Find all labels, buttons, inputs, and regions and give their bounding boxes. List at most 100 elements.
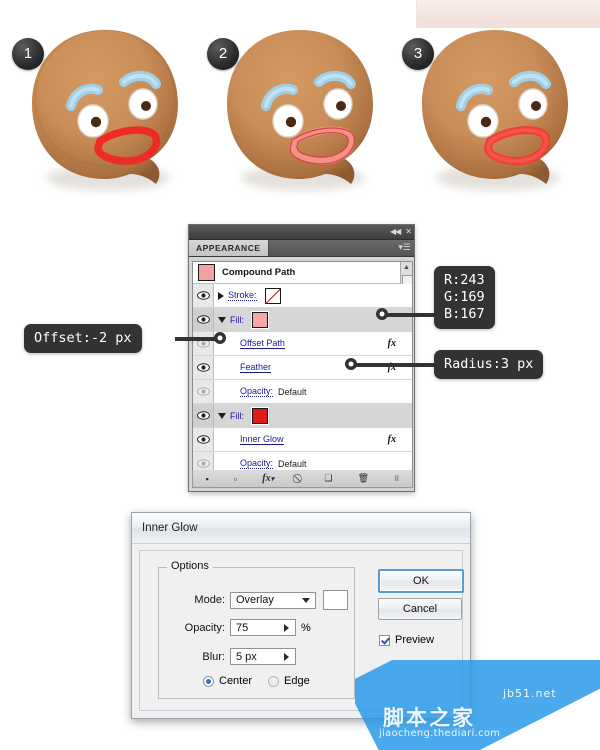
delete-item-icon[interactable]: 🗑 (358, 473, 369, 484)
tab-appearance[interactable]: APPEARANCE (189, 240, 269, 256)
appearance-panel-footer[interactable]: ▪ ▫ fx▾ ⃠ ❏ 🗑 ⠿ (192, 470, 413, 488)
add-new-stroke-icon[interactable]: ▪ (206, 474, 209, 484)
visibility-toggle[interactable] (193, 308, 214, 331)
target-swatch[interactable] (197, 263, 216, 282)
eye-icon (196, 291, 210, 300)
fx-icon[interactable]: fx (388, 338, 396, 349)
row-label[interactable]: Fill: (230, 411, 244, 421)
eye-icon (196, 435, 210, 444)
collapse-icon[interactable]: ◀◀ (390, 228, 401, 236)
center-label[interactable]: Center (219, 675, 252, 687)
cookie-step-1: 1 (8, 28, 198, 210)
panel-tab-row: APPEARANCE ▾☰ (189, 240, 414, 257)
visibility-toggle[interactable] (193, 332, 214, 355)
mode-select[interactable]: Overlay (230, 591, 316, 609)
step-badge-3: 3 (402, 38, 434, 70)
mode-value: Overlay (236, 594, 274, 606)
visibility-toggle[interactable] (193, 284, 214, 307)
edge-label[interactable]: Edge (284, 675, 310, 687)
cookie-step-3: 3 (398, 28, 588, 210)
appearance-row-inner-glow[interactable]: Inner Glow fx (193, 428, 412, 452)
watermark: jb51.net 脚本之家 jiaocheng.thediari.com (355, 660, 600, 750)
ok-button[interactable]: OK (378, 569, 464, 593)
background-strip (416, 0, 600, 28)
eye-icon (196, 315, 210, 324)
close-icon[interactable]: ✕ (405, 228, 412, 236)
step-badge-1: 1 (12, 38, 44, 70)
appearance-row-opacity-1[interactable]: Opacity: Default (193, 380, 412, 404)
callout-radius: Radius:3 px (434, 350, 544, 379)
row-label[interactable]: Feather (240, 362, 272, 373)
row-label[interactable]: Fill: (230, 315, 244, 325)
row-value: Default (278, 386, 307, 397)
preview-label[interactable]: Preview (395, 634, 434, 646)
leader-rgb (380, 313, 440, 317)
appearance-row-fill-red[interactable]: Fill: (193, 404, 412, 428)
add-new-effect-icon[interactable]: fx ▾ (262, 473, 274, 484)
blur-row: Blur: 5 px (167, 648, 296, 665)
chevron-down-icon[interactable] (302, 598, 310, 603)
visibility-toggle[interactable] (193, 428, 214, 451)
leader-dot-offset (214, 332, 226, 344)
appearance-panel[interactable]: ◀◀ ✕ APPEARANCE ▾☰ ▲ ▼ Compound Path (188, 224, 415, 492)
step-badge-2: 2 (207, 38, 239, 70)
scroll-up-icon[interactable]: ▲ (401, 262, 412, 273)
origin-radio-row: Center Edge (203, 675, 310, 687)
callout-rgb: R:243 G:169 B:167 (434, 266, 495, 329)
radio-edge[interactable] (268, 675, 280, 687)
row-label[interactable]: Inner Glow (240, 434, 284, 445)
row-label[interactable]: Stroke: (228, 290, 257, 301)
appearance-row-feather[interactable]: Feather fx (193, 356, 412, 380)
opacity-input[interactable]: 75 (230, 619, 296, 636)
watermark-site-top: jb51.net (503, 687, 557, 700)
appearance-row-offset-path[interactable]: Offset Path fx (193, 332, 412, 356)
blur-value: 5 px (236, 650, 257, 663)
visibility-toggle[interactable] (193, 380, 214, 403)
target-label: Compound Path (222, 267, 296, 278)
mode-row: Mode: Overlay (167, 590, 348, 610)
fill-swatch-pink[interactable] (251, 310, 269, 329)
chevron-right-icon[interactable] (218, 291, 224, 300)
fx-icon[interactable]: fx (388, 434, 396, 445)
panel-titlebar: ◀◀ ✕ (189, 225, 414, 240)
eye-icon (196, 411, 210, 420)
chevron-down-icon[interactable] (218, 316, 226, 323)
visibility-toggle[interactable] (193, 404, 214, 427)
options-legend: Options (167, 560, 213, 572)
row-label[interactable]: Offset Path (240, 338, 285, 349)
leader-dot-rgb (376, 308, 388, 320)
blur-label: Blur: (202, 650, 225, 663)
add-new-fill-icon[interactable]: ▫ (234, 474, 237, 484)
opacity-value: 75 (236, 621, 249, 634)
appearance-list[interactable]: ▲ ▼ Compound Path Stroke: (192, 261, 413, 473)
row-label[interactable]: Opacity: (240, 386, 274, 397)
duplicate-item-icon[interactable]: ❏ (324, 473, 332, 484)
eye-icon (196, 459, 210, 468)
options-fieldset: Options Mode: Overlay Opacity: 75 % Blur… (158, 560, 355, 699)
watermark-site-bottom: jiaocheng.thediari.com (379, 728, 501, 739)
row-value: Default (278, 458, 307, 469)
cookie-illustration-row: 1 2 3 (0, 28, 600, 210)
stepper-icon[interactable] (284, 623, 289, 632)
mode-label: Mode: (194, 594, 225, 606)
visibility-toggle[interactable] (193, 356, 214, 379)
blur-input[interactable]: 5 px (230, 648, 296, 665)
preview-checkbox[interactable] (379, 634, 390, 646)
eye-icon (196, 363, 210, 372)
panel-menu-icon[interactable]: ▾☰ (398, 243, 411, 252)
chevron-down-icon[interactable] (218, 412, 226, 419)
glow-color-swatch[interactable] (323, 590, 348, 610)
appearance-row-stroke[interactable]: Stroke: (193, 284, 412, 308)
row-label[interactable]: Opacity: (240, 458, 274, 469)
cookie-step-2: 2 (203, 28, 393, 210)
fill-swatch-red[interactable] (251, 406, 269, 425)
opacity-label: Opacity: (184, 621, 225, 634)
stroke-swatch-none[interactable] (263, 286, 282, 305)
opacity-row: Opacity: 75 % (167, 619, 311, 636)
cancel-button[interactable]: Cancel (378, 598, 462, 620)
eye-icon (196, 387, 210, 396)
radio-center[interactable] (203, 675, 214, 687)
stepper-icon[interactable] (284, 652, 289, 661)
resize-grip-icon: ⠿ (394, 475, 400, 483)
opacity-unit: % (301, 621, 311, 634)
